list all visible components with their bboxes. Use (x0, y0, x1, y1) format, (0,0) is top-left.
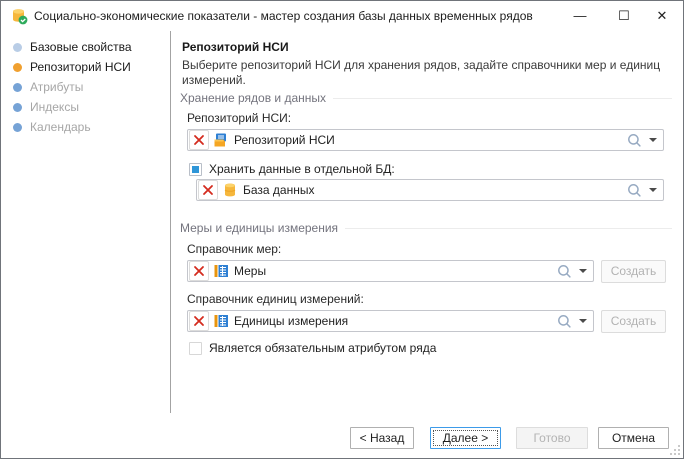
search-icon[interactable] (555, 262, 573, 280)
dictionary-icon (214, 315, 228, 327)
step-bullet-icon (13, 42, 22, 52)
clear-x-icon (203, 185, 213, 195)
units-label: Справочник единиц измерений: (187, 292, 364, 306)
chevron-down-icon (579, 269, 587, 273)
group-storage: Хранение рядов и данных (180, 91, 672, 105)
step-bullet-icon (13, 62, 22, 72)
dropdown-button[interactable] (573, 311, 593, 331)
database-value: База данных (243, 183, 315, 197)
clear-x-icon (194, 316, 204, 326)
close-button[interactable]: ✕ (647, 1, 677, 30)
dropdown-button[interactable] (573, 261, 593, 281)
clear-x-icon (194, 135, 204, 145)
window-title: Социально-экономические показатели - мас… (34, 9, 533, 23)
search-icon[interactable] (625, 181, 643, 199)
step-label: Календарь (30, 120, 91, 134)
page-description: Выберите репозиторий НСИ для хранения ря… (182, 58, 661, 87)
clear-button[interactable] (189, 130, 209, 150)
units-lookup-field[interactable]: Единицы измерения (187, 310, 594, 332)
measures-label: Справочник мер: (187, 242, 282, 256)
search-icon[interactable] (555, 312, 573, 330)
wizard-page-content: Репозиторий НСИ Выберите репозиторий НСИ… (172, 31, 683, 413)
resize-grip[interactable] (670, 445, 680, 455)
measures-value: Меры (234, 264, 267, 278)
database-icon (224, 183, 236, 197)
group-measures: Меры и единицы измерения (180, 221, 672, 235)
group-divider (333, 97, 672, 99)
repository-value: Репозиторий НСИ (234, 133, 335, 147)
clear-x-icon (194, 266, 204, 276)
step-bullet-icon (13, 102, 22, 112)
step-bullet-icon (13, 122, 22, 132)
chevron-down-icon (649, 188, 657, 192)
next-button[interactable]: Далее > (430, 427, 501, 449)
step-bullet-icon (13, 82, 22, 92)
group-storage-caption: Хранение рядов и данных (180, 91, 327, 105)
units-value: Единицы измерения (234, 314, 349, 328)
dropdown-button[interactable] (643, 180, 663, 200)
chevron-down-icon (579, 319, 587, 323)
repository-label: Репозиторий НСИ: (187, 111, 292, 125)
sidebar-item-basic-properties[interactable]: Базовые свойства (1, 37, 170, 57)
chevron-down-icon (649, 138, 657, 142)
minimize-button[interactable]: — (565, 1, 595, 30)
dropdown-button[interactable] (643, 130, 663, 150)
dictionary-icon (214, 265, 228, 277)
sidebar-item-calendar[interactable]: Календарь (1, 117, 170, 137)
group-divider (345, 227, 672, 229)
wizard-steps-sidebar: Базовые свойства Репозиторий НСИ Атрибут… (1, 31, 171, 413)
measures-lookup-field[interactable]: Меры (187, 260, 594, 282)
repository-icon (214, 133, 226, 147)
wizard-window: Социально-экономические показатели - мас… (0, 0, 684, 459)
checkbox-unchecked-icon[interactable] (189, 341, 202, 355)
separate-db-label: Хранить данные в отдельной БД: (209, 162, 395, 176)
clear-button[interactable] (198, 180, 218, 200)
create-measures-button[interactable]: Создать (601, 260, 666, 283)
separate-db-checkbox[interactable]: Хранить данные в отдельной БД: (189, 162, 395, 176)
sidebar-item-indexes[interactable]: Индексы (1, 97, 170, 117)
step-label: Репозиторий НСИ (30, 60, 131, 74)
step-label: Индексы (30, 100, 79, 114)
sidebar-item-attributes[interactable]: Атрибуты (1, 77, 170, 97)
sidebar-item-nsi-repository[interactable]: Репозиторий НСИ (1, 57, 170, 77)
finish-button[interactable]: Готово (516, 427, 588, 449)
search-icon[interactable] (625, 131, 643, 149)
clear-button[interactable] (189, 261, 209, 281)
required-attribute-label: Является обязательным атрибутом ряда (209, 341, 437, 355)
step-label: Атрибуты (30, 80, 84, 94)
page-title: Репозиторий НСИ (182, 40, 289, 54)
create-units-button[interactable]: Создать (601, 310, 666, 333)
maximize-button[interactable]: ☐ (609, 1, 639, 30)
back-button[interactable]: < Назад (350, 427, 414, 449)
repository-lookup-field[interactable]: Репозиторий НСИ (187, 129, 664, 151)
checkbox-checked-icon[interactable] (189, 162, 202, 176)
clear-button[interactable] (189, 311, 209, 331)
required-attribute-checkbox[interactable]: Является обязательным атрибутом ряда (189, 341, 436, 355)
app-icon (13, 9, 28, 25)
group-measures-caption: Меры и единицы измерения (180, 221, 339, 235)
database-lookup-field[interactable]: База данных (196, 179, 664, 201)
step-label: Базовые свойства (30, 40, 132, 54)
cancel-button[interactable]: Отмена (598, 427, 669, 449)
titlebar: Социально-экономические показатели - мас… (1, 1, 683, 31)
